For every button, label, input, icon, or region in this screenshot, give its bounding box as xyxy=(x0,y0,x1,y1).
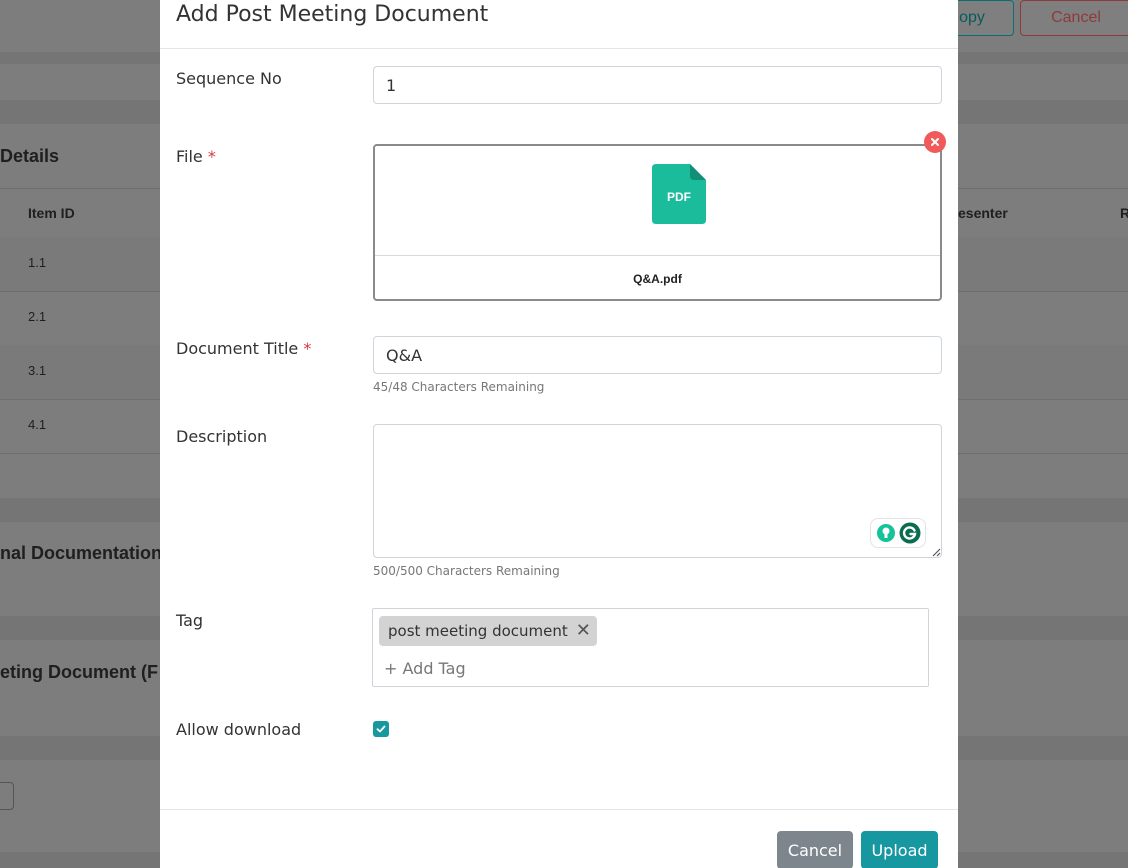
bg-col-last: R xyxy=(1120,205,1128,221)
bg-row-id: 2.1 xyxy=(28,309,47,324)
pdf-icon-label: PDF xyxy=(667,190,691,204)
document-title-char-count: 45/48 Characters Remaining xyxy=(373,380,545,394)
tag-label: Tag xyxy=(176,611,204,630)
required-mark: * xyxy=(207,147,216,166)
add-document-modal: Add Post Meeting Document Sequence No 1 … xyxy=(160,0,958,868)
required-mark: * xyxy=(303,339,312,358)
bg-section-details: Details xyxy=(0,146,60,166)
remove-tag-close-icon[interactable]: ✕ xyxy=(576,622,591,640)
modal-footer: Cancel Upload xyxy=(160,809,958,868)
file-label-text: File xyxy=(176,147,203,166)
file-name: Q&A.pdf xyxy=(633,272,682,286)
bg-col-presenter: esenter xyxy=(958,205,1008,221)
allow-download-checkbox[interactable] xyxy=(373,721,389,737)
pdf-file-icon: PDF xyxy=(652,164,706,224)
bg-chevron-down-icon xyxy=(0,782,14,810)
description-textarea[interactable] xyxy=(373,424,942,558)
document-title-input[interactable]: Q&A xyxy=(373,336,942,374)
tag-input[interactable]: post meeting document ✕ + Add Tag xyxy=(372,608,929,687)
tag-chip-label: post meeting document xyxy=(388,622,568,640)
bg-section-meeting-document: eting Document (F xyxy=(0,662,158,682)
bg-col-item-id: Item ID xyxy=(28,205,75,221)
bg-row-id: 1.1 xyxy=(28,255,47,270)
allow-download-label: Allow download xyxy=(176,720,302,739)
sequence-label: Sequence No xyxy=(176,69,282,88)
tag-chip: post meeting document ✕ xyxy=(379,616,597,646)
remove-file-close-icon[interactable] xyxy=(924,131,946,153)
document-title-label-text: Document Title xyxy=(176,339,299,358)
document-title-label: Document Title * xyxy=(176,339,311,358)
file-preview[interactable]: PDF Q&A.pdf xyxy=(373,144,942,301)
checkmark-icon xyxy=(376,725,386,733)
file-preview-divider xyxy=(375,255,940,256)
modal-title: Add Post Meeting Document xyxy=(176,2,489,27)
description-char-count: 500/500 Characters Remaining xyxy=(373,564,560,578)
sequence-input[interactable]: 1 xyxy=(373,66,942,104)
file-label: File * xyxy=(176,147,216,166)
bg-section-documentation: nal Documentation xyxy=(0,543,163,563)
bg-row-id: 3.1 xyxy=(28,363,47,378)
bg-cancel-button: Cancel xyxy=(1020,0,1128,36)
add-tag-placeholder[interactable]: + Add Tag xyxy=(384,659,466,678)
cancel-button[interactable]: Cancel xyxy=(777,831,853,868)
description-label: Description xyxy=(176,427,268,446)
bg-row-id: 4.1 xyxy=(28,417,47,432)
modal-header: Add Post Meeting Document xyxy=(160,0,958,49)
upload-button[interactable]: Upload xyxy=(861,831,938,868)
